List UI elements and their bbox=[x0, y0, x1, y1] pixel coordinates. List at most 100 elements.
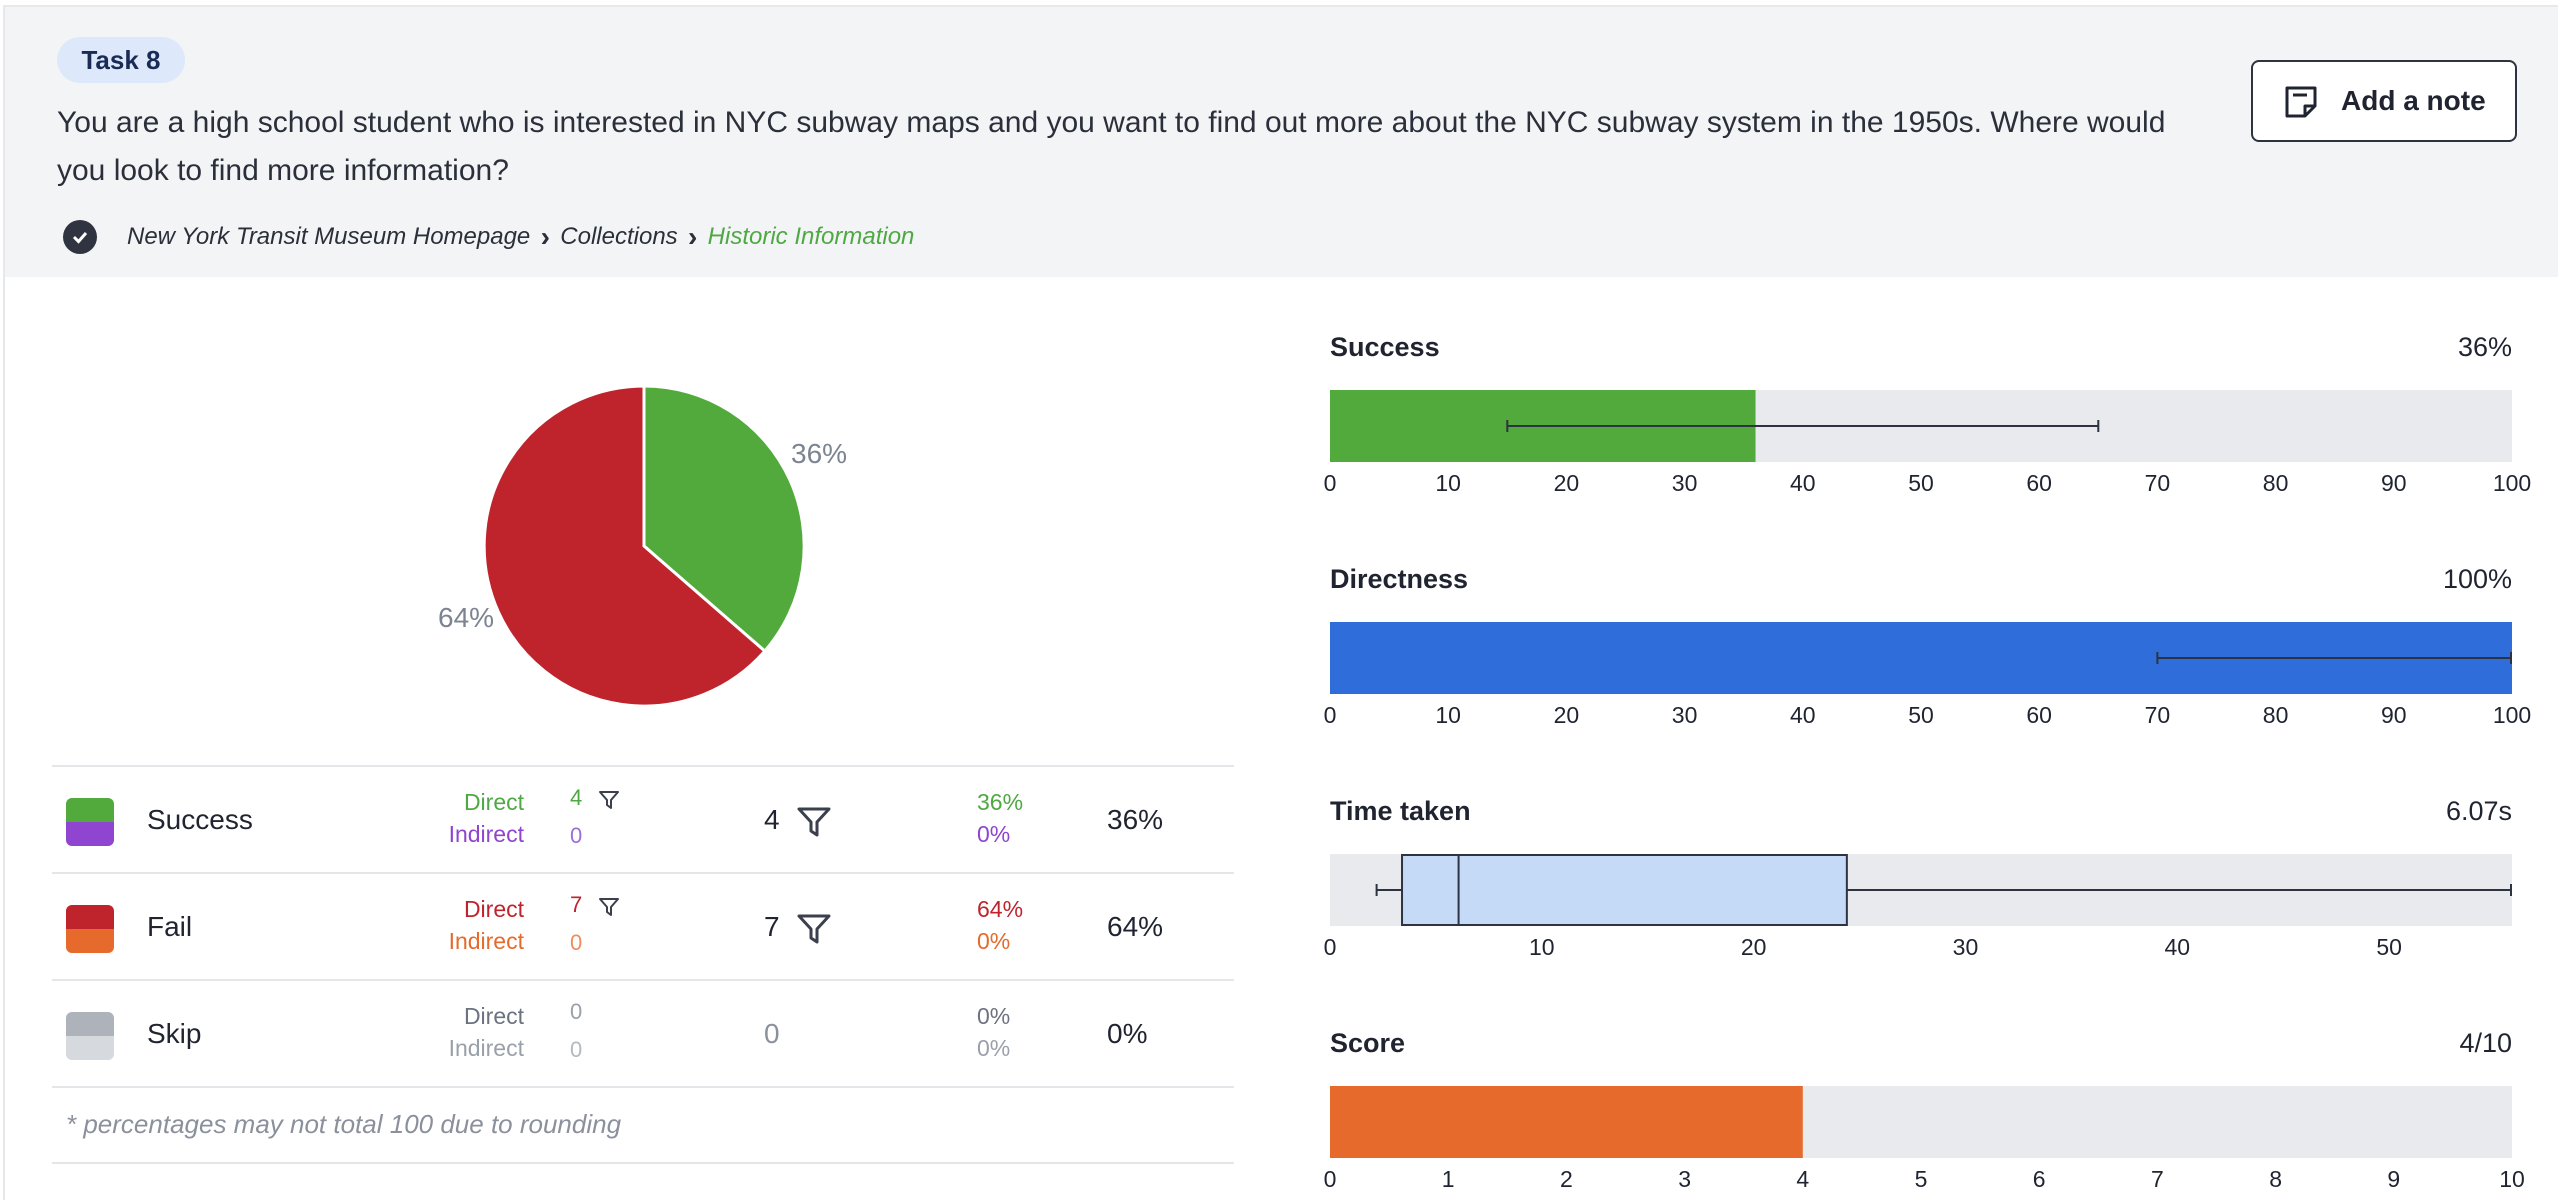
metric-value: 6.07s bbox=[2445, 796, 2512, 826]
axis-tick-label: 50 bbox=[1908, 702, 1934, 728]
axis-tick-label: 100 bbox=[2492, 702, 2532, 728]
axis-tick-label: 30 bbox=[1671, 702, 1698, 728]
axis-tick-label: 80 bbox=[2262, 470, 2289, 496]
success-bar-track bbox=[1330, 390, 2512, 462]
filter-icon[interactable] bbox=[598, 896, 620, 918]
axis-tick-label: 20 bbox=[1553, 470, 1580, 496]
axis-tick-label: 3 bbox=[1678, 1166, 1691, 1192]
total-count: 7 bbox=[764, 911, 780, 942]
axis-tick-label: 100 bbox=[2492, 470, 2532, 496]
row-name: Fail bbox=[147, 911, 193, 942]
table-row-skip: Skip Direct Indirect 0 0 0 0% 0% 0% bbox=[52, 979, 1234, 1086]
axis-tick-label: 0 bbox=[1323, 702, 1337, 728]
axis-tick-label: 0 bbox=[1323, 934, 1337, 960]
chevron-right-icon: › bbox=[688, 221, 698, 252]
axis-tick-label: 90 bbox=[2381, 470, 2407, 496]
axis-tick-label: 80 bbox=[2262, 702, 2289, 728]
indirect-label: Indirect bbox=[448, 928, 524, 954]
chevron-right-icon: › bbox=[540, 221, 550, 252]
metric-value: 36% bbox=[2457, 332, 2512, 362]
add-note-button[interactable]: Add a note bbox=[2251, 60, 2517, 142]
add-note-label: Add a note bbox=[2341, 85, 2486, 116]
pie-label-success: 36% bbox=[791, 438, 848, 469]
skip-swatch bbox=[66, 1012, 114, 1060]
direct-label: Direct bbox=[463, 789, 524, 815]
metric-title: Success bbox=[1330, 332, 1440, 362]
row-name: Success bbox=[147, 804, 253, 835]
filter-icon[interactable] bbox=[598, 789, 620, 811]
axis-tick-label: 40 bbox=[1790, 702, 1816, 728]
outcome-table: Success Direct Indirect 4 0 4 36% 0% 36%… bbox=[52, 765, 1234, 1164]
direct-label: Direct bbox=[463, 896, 524, 922]
axis-tick-label: 40 bbox=[2164, 934, 2191, 960]
indirect-percent: 0% bbox=[977, 928, 1011, 954]
directness-bar-track bbox=[1330, 622, 2512, 694]
direct-count: 0 bbox=[570, 999, 583, 1024]
axis-tick-label: 30 bbox=[1952, 934, 1979, 960]
axis-tick-label: 8 bbox=[2269, 1166, 2282, 1192]
axis-tick-label: 10 bbox=[1529, 934, 1555, 960]
note-icon bbox=[2285, 86, 2317, 118]
score-bar bbox=[1330, 1086, 1803, 1158]
indirect-percent: 0% bbox=[977, 1035, 1011, 1061]
indirect-label: Indirect bbox=[448, 821, 524, 847]
axis-tick-label: 5 bbox=[1914, 1166, 1928, 1192]
axis-tick-label: 70 bbox=[2144, 470, 2171, 496]
table-footnote-row: * percentages may not total 100 due to r… bbox=[52, 1086, 1234, 1164]
axis-tick-label: 10 bbox=[1435, 470, 1461, 496]
fail-swatch bbox=[66, 905, 114, 953]
breadcrumb-item-home[interactable]: New York Transit Museum Homepage bbox=[127, 223, 530, 251]
indirect-count: 0 bbox=[570, 1037, 583, 1062]
axis-tick-label: 30 bbox=[1671, 470, 1698, 496]
axis-tick-label: 9 bbox=[2387, 1166, 2401, 1192]
success-swatch bbox=[66, 798, 114, 846]
indirect-percent: 0% bbox=[977, 821, 1011, 847]
axis-tick-label: 10 bbox=[1435, 702, 1461, 728]
axis-tick-label: 50 bbox=[2376, 934, 2402, 960]
axis-tick-label: 20 bbox=[1553, 702, 1580, 728]
breadcrumb-item-historic-information[interactable]: Historic Information bbox=[708, 223, 915, 251]
total-percent: 36% bbox=[1107, 804, 1164, 835]
direct-count: 7 bbox=[570, 892, 583, 917]
direct-label: Direct bbox=[463, 1003, 524, 1029]
direct-count: 4 bbox=[570, 785, 583, 810]
metric-title: Directness bbox=[1330, 564, 1469, 594]
indirect-count: 0 bbox=[570, 823, 583, 848]
total-count: 4 bbox=[764, 804, 780, 835]
axis-tick-label: 0 bbox=[1323, 470, 1337, 496]
rounding-footnote: * percentages may not total 100 due to r… bbox=[66, 1109, 622, 1139]
metric-title: Time taken bbox=[1330, 796, 1471, 826]
outcome-pie-chart: 36% 64% bbox=[420, 370, 860, 730]
time-iqr-box bbox=[1401, 854, 1848, 926]
metric-value: 4/10 bbox=[2459, 1028, 2512, 1058]
axis-tick-label: 60 bbox=[2026, 702, 2052, 728]
indirect-count: 0 bbox=[570, 930, 583, 955]
total-percent: 64% bbox=[1107, 911, 1164, 942]
direct-percent: 0% bbox=[977, 1003, 1011, 1029]
pie-label-fail: 64% bbox=[438, 602, 495, 633]
task-question: You are a high school student who is int… bbox=[57, 106, 2166, 187]
axis-tick-label: 90 bbox=[2381, 702, 2407, 728]
table-row-fail: Fail Direct Indirect 7 0 7 64% 0% 64% bbox=[52, 872, 1234, 979]
axis-tick-label: 20 bbox=[1740, 934, 1767, 960]
axis-tick-label: 2 bbox=[1559, 1166, 1573, 1192]
score-bar-track bbox=[1330, 1086, 2512, 1158]
indirect-label: Indirect bbox=[448, 1035, 524, 1061]
metric-title: Score bbox=[1330, 1028, 1406, 1058]
total-percent: 0% bbox=[1107, 1018, 1148, 1049]
total-count: 0 bbox=[764, 1018, 780, 1049]
filter-icon[interactable] bbox=[796, 912, 832, 946]
row-name: Skip bbox=[147, 1018, 202, 1049]
axis-tick-label: 4 bbox=[1796, 1166, 1810, 1192]
table-row-success: Success Direct Indirect 4 0 4 36% 0% 36% bbox=[52, 765, 1234, 872]
task-badge: Task 8 bbox=[57, 37, 185, 83]
axis-tick-label: 60 bbox=[2026, 470, 2052, 496]
filter-icon[interactable] bbox=[796, 805, 832, 839]
axis-tick-label: 70 bbox=[2144, 702, 2171, 728]
axis-tick-label: 10 bbox=[2499, 1166, 2525, 1192]
breadcrumb-item-collections[interactable]: Collections bbox=[560, 223, 677, 251]
axis-tick-label: 40 bbox=[1790, 470, 1816, 496]
axis-tick-label: 1 bbox=[1441, 1166, 1455, 1192]
check-circle-icon bbox=[63, 220, 97, 254]
direct-percent: 64% bbox=[977, 896, 1024, 922]
